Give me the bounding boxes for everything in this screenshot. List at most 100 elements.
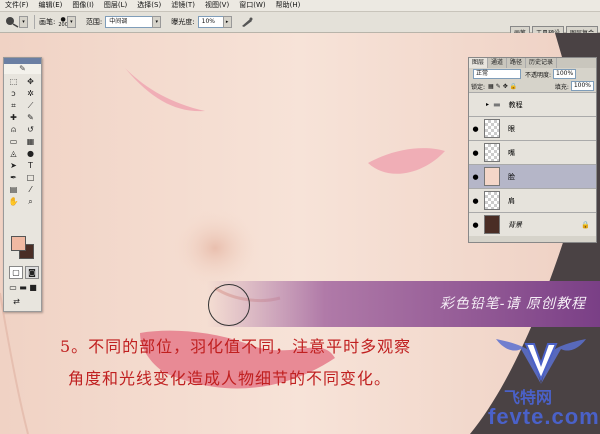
menu-bar: 文件(F) 编辑(E) 图像(I) 图层(L) 选择(S) 滤镜(T) 视图(V…: [0, 0, 600, 12]
banner-text: 彩色铅笔-请 原创教程: [439, 296, 586, 312]
menu-filter[interactable]: 滤镜(T): [166, 0, 200, 11]
brush-cursor: [208, 284, 250, 326]
eraser-icon[interactable]: ▭: [6, 136, 21, 147]
history-brush-icon[interactable]: ↺: [23, 124, 38, 135]
shape-icon[interactable]: □: [23, 172, 38, 183]
exposure-slider-toggle[interactable]: ▸: [222, 16, 232, 28]
layer-thumbnail: [484, 143, 500, 162]
layer-name: 脸: [508, 172, 515, 181]
eye-icon[interactable]: ●: [469, 197, 482, 205]
opacity-label: 不透明度:: [525, 71, 552, 79]
layer-row[interactable]: ● 肩: [469, 188, 596, 212]
screen-mode-full-menu-icon[interactable]: ▬: [19, 282, 27, 293]
hand-icon[interactable]: ✋: [6, 196, 21, 207]
airbrush-button[interactable]: [240, 16, 254, 28]
menu-window[interactable]: 窗口(W): [234, 0, 270, 11]
crop-icon[interactable]: ⌗: [6, 100, 21, 111]
layer-name: 嘴: [508, 148, 515, 157]
menu-select[interactable]: 选择(S): [132, 0, 166, 11]
menu-view[interactable]: 视图(V): [200, 0, 234, 11]
notes-icon[interactable]: ▤: [6, 184, 21, 195]
layer-thumbnail: [484, 191, 500, 210]
blur-icon[interactable]: ◬: [6, 148, 21, 159]
brush-label: 画笔:: [39, 18, 56, 26]
eye-icon[interactable]: ●: [469, 221, 482, 229]
layer-thumbnail: [484, 119, 500, 138]
dodge-tool-icon: [6, 17, 19, 28]
move-icon[interactable]: ✥: [23, 76, 38, 87]
range-label: 范围:: [85, 18, 103, 26]
toolbox: ✎ ⬚ ✥ ↄ ✲ ⌗ ⟋ ✚ ✎ ⍝ ↺ ▭ ▦ ◬ ● ➤ T ✒ □ ▤ …: [3, 57, 42, 312]
layer-row[interactable]: ● 背景 🔒: [469, 212, 596, 236]
jump-to-imageready-icon[interactable]: ⇄: [9, 296, 24, 307]
gradient-icon[interactable]: ▦: [23, 136, 38, 147]
watermark-logo: 飞特网 fevte.com: [486, 334, 599, 430]
tool-preset-picker[interactable]: ▾: [4, 16, 28, 28]
eye-icon[interactable]: ●: [469, 173, 482, 181]
marquee-icon[interactable]: ⬚: [6, 76, 21, 87]
screen-mode-buttons: ▭ ▬ ■: [9, 282, 37, 293]
zoom-icon[interactable]: ⌕: [23, 196, 38, 207]
lock-icons[interactable]: ▦✎✥🔒: [488, 83, 519, 90]
options-bar: ▾ 画笔: ● 200 ▾ 范围: 中间调 ▾ 曝光度: 10% ▸ 画笔 工具…: [0, 12, 600, 39]
layer-thumbnail: [484, 167, 500, 186]
layers-panel: 图层 通道 路径 历史记录 正常 不透明度: 100% 锁定: ▦✎✥🔒 填充:…: [468, 57, 597, 243]
brush-dropdown[interactable]: ▾: [66, 16, 76, 28]
menu-edit[interactable]: 编辑(E): [34, 0, 68, 11]
healing-icon[interactable]: ✚: [6, 112, 21, 123]
tab-channels[interactable]: 通道: [488, 58, 508, 68]
lasso-icon[interactable]: ↄ: [6, 88, 21, 99]
opacity-input[interactable]: 100%: [553, 69, 577, 79]
eye-icon[interactable]: ●: [469, 125, 482, 133]
range-dropdown[interactable]: ▾: [152, 16, 162, 28]
layer-name: 背景: [508, 220, 522, 229]
layer-row[interactable]: ● 嘴: [469, 140, 596, 164]
brush-icon[interactable]: ✎: [23, 112, 38, 123]
layer-row[interactable]: ▸ ▬ 教程: [469, 92, 596, 116]
range-select[interactable]: 中间调: [105, 16, 154, 28]
divider: [34, 15, 35, 29]
blend-mode-select[interactable]: 正常: [473, 69, 521, 79]
exposure-input[interactable]: 10%: [197, 16, 224, 28]
standard-mode-icon[interactable]: ▢: [9, 266, 23, 279]
tab-layers[interactable]: 图层: [469, 58, 489, 68]
nose-shading: [170, 208, 260, 288]
eyedropper-icon[interactable]: ⁄: [23, 184, 38, 195]
stamp-icon[interactable]: ⍝: [6, 124, 21, 135]
type-icon[interactable]: T: [23, 160, 38, 171]
fill-input[interactable]: 100%: [570, 81, 594, 91]
mask-mode-buttons: ▢ ◙: [9, 266, 39, 279]
pen-icon[interactable]: ✒: [6, 172, 21, 183]
panel-tabs: 图层 通道 路径 历史记录: [469, 58, 596, 68]
exposure-label: 曝光度:: [171, 18, 195, 26]
caption-line-2: 角度和光线变化造成人物细节的不同变化。: [68, 369, 392, 388]
foreground-color-swatch[interactable]: [11, 236, 26, 251]
layer-thumbnail: [484, 215, 500, 234]
slice-icon[interactable]: ⟋: [23, 100, 38, 111]
screen-mode-standard-icon[interactable]: ▭: [9, 282, 17, 293]
quick-mask-icon[interactable]: ◙: [25, 266, 39, 279]
lock-label: 锁定:: [471, 83, 486, 91]
menu-image[interactable]: 图像(I): [67, 0, 99, 11]
menu-file[interactable]: 文件(F): [0, 0, 34, 11]
magic-wand-icon[interactable]: ✲: [23, 88, 38, 99]
tool-grid: ⬚ ✥ ↄ ✲ ⌗ ⟋ ✚ ✎ ⍝ ↺ ▭ ▦ ◬ ● ➤ T ✒ □ ▤ ⁄ …: [4, 74, 41, 209]
eye-icon[interactable]: ●: [469, 149, 482, 157]
dodge-icon[interactable]: ●: [23, 148, 38, 159]
path-select-icon[interactable]: ➤: [6, 160, 21, 171]
feather-icon: ✎: [4, 64, 41, 74]
tab-history[interactable]: 历史记录: [526, 58, 558, 68]
lock-icon: 🔒: [581, 220, 590, 229]
expand-arrow-icon[interactable]: ▸: [486, 101, 489, 108]
blend-row: 正常 不透明度: 100%: [469, 68, 596, 80]
menu-help[interactable]: 帮助(H): [271, 0, 306, 11]
screen-mode-full-icon[interactable]: ■: [29, 282, 37, 293]
fill-label: 填充:: [554, 83, 569, 91]
menu-layer[interactable]: 图层(L): [99, 0, 132, 11]
layer-row[interactable]: ● 眼: [469, 116, 596, 140]
airbrush-icon: [241, 17, 253, 27]
tab-paths[interactable]: 路径: [507, 58, 527, 68]
layer-row-selected[interactable]: ● 脸: [469, 164, 596, 188]
caption-line-1: 5。不同的部位，羽化值不同，注意平时多观察: [60, 337, 412, 356]
title-banner: 彩色铅笔-请 原创教程: [207, 281, 600, 327]
